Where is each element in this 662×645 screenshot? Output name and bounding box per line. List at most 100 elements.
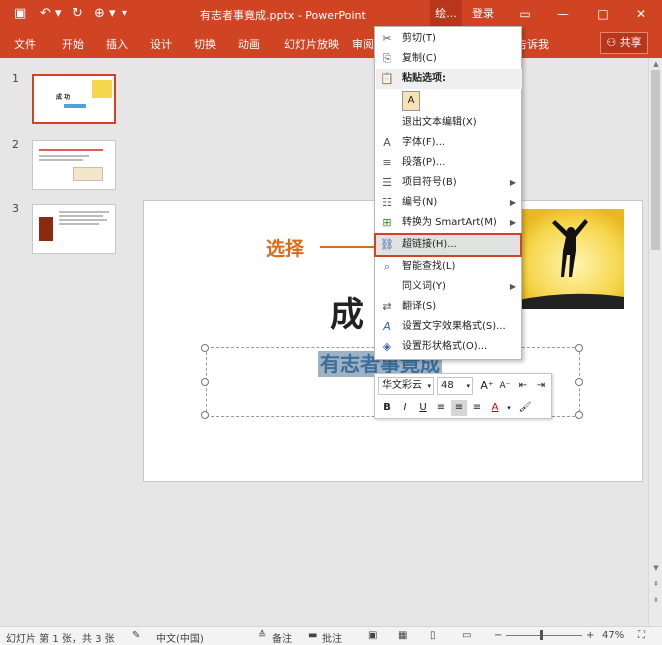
menu-item-text-effects[interactable]: A 设置文字效果格式(S)... <box>376 317 522 337</box>
reading-view-icon[interactable]: ▯ <box>430 630 436 641</box>
undo-icon[interactable]: ↶ ▾ <box>40 6 62 22</box>
minimize-icon[interactable]: — <box>548 4 578 24</box>
resize-handle[interactable] <box>201 378 209 386</box>
menu-item-label: 字体(F)... <box>402 137 446 148</box>
menu-item-label: 转换为 SmartArt(M) <box>402 217 497 228</box>
menu-item-copy[interactable]: ⎘ 复制(C) <box>376 49 522 69</box>
tab-design[interactable]: 设计 <box>150 36 172 52</box>
resize-handle[interactable] <box>201 344 209 352</box>
tab-review[interactable]: 审阅 <box>352 36 374 52</box>
menu-item-font[interactable]: A 字体(F)... <box>376 133 522 153</box>
paste-options-row: A <box>376 89 522 113</box>
zoom-slider-thumb[interactable] <box>540 630 543 640</box>
shape-format-icon: ◈ <box>382 340 392 353</box>
menu-item-label: 退出文本编辑(X) <box>402 117 477 128</box>
annotation-arrow-line <box>320 246 376 248</box>
save-icon[interactable]: ▣ <box>14 6 26 22</box>
slide-thumbnail-1[interactable]: 成 功 <box>32 74 116 124</box>
align-right-icon[interactable]: ≡ <box>469 400 485 416</box>
menu-item-exit-text-edit[interactable]: 退出文本编辑(X) <box>376 113 522 133</box>
menu-item-hyperlink[interactable]: ⛓ 超链接(H)... <box>374 233 522 257</box>
decrease-font-icon[interactable]: A⁻ <box>497 378 513 394</box>
zoom-level[interactable]: 47% <box>602 630 624 641</box>
customize-qat-icon[interactable]: ▾ <box>122 6 127 22</box>
slide-thumbnail-2[interactable] <box>32 140 116 190</box>
align-center-icon[interactable]: ≡ <box>451 400 467 416</box>
tab-file[interactable]: 文件 <box>14 36 36 52</box>
font-icon: A <box>383 136 391 149</box>
spellcheck-icon[interactable]: ✎ <box>132 630 140 641</box>
font-size-select[interactable]: 48 ▾ <box>437 377 473 395</box>
status-bar: 幻灯片 第 1 张，共 3 张 ✎ 中文(中国) ≙ 备注 ▬ 批注 ▣ ▦ ▯… <box>0 626 662 645</box>
slide-sorter-icon[interactable]: ▦ <box>398 630 407 641</box>
thumb-image <box>39 217 53 241</box>
slide-counter: 幻灯片 第 1 张，共 3 张 <box>6 634 115 645</box>
login-button[interactable]: 登录 <box>472 5 494 21</box>
tab-home[interactable]: 开始 <box>62 36 84 52</box>
font-color-dropdown-icon[interactable]: ▾ <box>501 400 517 416</box>
italic-icon[interactable]: I <box>397 400 413 416</box>
share-button[interactable]: ⚇ 共享 <box>600 32 648 54</box>
next-slide-icon[interactable]: ⇟ <box>649 594 662 606</box>
zoom-out-icon[interactable]: − <box>494 630 502 641</box>
scroll-up-icon[interactable]: ▲ <box>649 58 662 70</box>
submenu-arrow-icon: ▶ <box>509 282 516 291</box>
menu-item-cut[interactable]: ✂ 剪切(T) <box>376 29 522 49</box>
zoom-in-icon[interactable]: + <box>586 630 594 641</box>
tab-animations[interactable]: 动画 <box>238 36 260 52</box>
tab-insert[interactable]: 插入 <box>106 36 128 52</box>
close-icon[interactable]: ✕ <box>626 4 656 24</box>
thumb-line <box>39 155 89 157</box>
format-painter-icon[interactable]: 🖌 <box>517 400 533 416</box>
zoom-slider[interactable] <box>506 635 582 636</box>
drawing-tools-tab[interactable]: 绘... <box>430 0 462 28</box>
search-icon: ⌕ <box>383 260 391 273</box>
menu-item-format-shape[interactable]: ◈ 设置形状格式(O)... <box>376 337 522 357</box>
align-left-icon[interactable]: ≡ <box>433 400 449 416</box>
maximize-icon[interactable]: □ <box>588 4 618 24</box>
bold-icon[interactable]: B <box>379 400 395 416</box>
menu-item-synonyms[interactable]: 同义词(Y) ▶ <box>376 277 522 297</box>
resize-handle[interactable] <box>201 411 209 419</box>
resize-handle[interactable] <box>575 378 583 386</box>
underline-icon[interactable]: U <box>415 400 431 416</box>
thumb-box <box>73 167 103 181</box>
ribbon-display-icon[interactable]: ▭ <box>510 4 540 24</box>
slide-thumbnail-3[interactable] <box>32 204 116 254</box>
slide-title[interactable]: 成 <box>330 287 364 336</box>
dropdown-icon: ▾ <box>466 382 470 390</box>
normal-view-icon[interactable]: ▣ <box>368 630 377 641</box>
menu-item-smartart[interactable]: ⊞ 转换为 SmartArt(M) ▶ <box>376 213 522 233</box>
vertical-scrollbar[interactable]: ▲ ▼ ⇞ ⇟ <box>648 58 662 626</box>
comments-button[interactable]: 批注 <box>322 630 342 645</box>
font-name-select[interactable]: 华文彩云 ▾ <box>378 377 434 395</box>
thumb-title: 成 功 <box>56 94 71 101</box>
increase-font-icon[interactable]: A⁺ <box>479 378 495 394</box>
menu-item-smart-lookup[interactable]: ⌕ 智能查找(L) <box>376 257 522 277</box>
previous-slide-icon[interactable]: ⇞ <box>649 578 662 590</box>
comments-icon: ▬ <box>308 630 318 641</box>
tab-transitions[interactable]: 切换 <box>194 36 216 52</box>
translate-icon: ⇄ <box>382 300 392 313</box>
menu-item-paragraph[interactable]: ≡ 段落(P)... <box>376 153 522 173</box>
resize-handle[interactable] <box>575 411 583 419</box>
fit-to-window-icon[interactable]: ⛶ <box>638 630 645 641</box>
decrease-indent-icon[interactable]: ⇤ <box>515 378 531 394</box>
resize-handle[interactable] <box>575 344 583 352</box>
menu-item-bullets[interactable]: ☰ 项目符号(B) ▶ <box>376 173 522 193</box>
redo-icon[interactable]: ↻ <box>72 6 83 22</box>
menu-item-numbering[interactable]: ☷ 编号(N) ▶ <box>376 193 522 213</box>
thumb-number-3: 3 <box>12 202 19 215</box>
thumb-line <box>59 215 103 217</box>
notes-button[interactable]: 备注 <box>272 630 292 645</box>
paste-keep-text-icon[interactable]: A <box>402 91 420 111</box>
scroll-down-icon[interactable]: ▼ <box>649 562 662 574</box>
menu-item-label: 段落(P)... <box>402 157 446 168</box>
scrollbar-thumb[interactable] <box>651 70 660 250</box>
slideshow-icon[interactable]: ▭ <box>462 630 471 641</box>
menu-item-translate[interactable]: ⇄ 翻译(S) <box>376 297 522 317</box>
start-from-beginning-icon[interactable]: ⊕ ▾ <box>94 6 116 22</box>
increase-indent-icon[interactable]: ⇥ <box>533 378 549 394</box>
language-indicator[interactable]: 中文(中国) <box>156 630 204 645</box>
tab-slideshow[interactable]: 幻灯片放映 <box>284 36 339 52</box>
